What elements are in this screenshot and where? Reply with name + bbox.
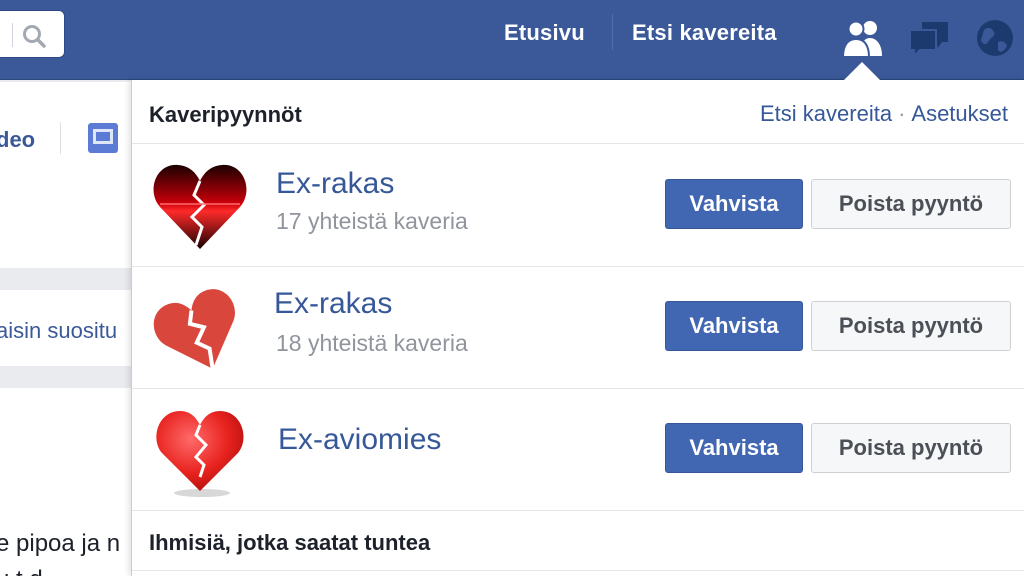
- find-friends-link[interactable]: Etsi kavereita: [760, 101, 892, 126]
- mutual-friends-count[interactable]: 17 yhteistä kaveria: [276, 208, 468, 235]
- red-black-broken-heart-icon[interactable]: [150, 157, 250, 257]
- confirm-button[interactable]: Vahvista: [665, 301, 803, 351]
- nav-divider: [612, 14, 613, 50]
- mutual-friends-count[interactable]: 18 yhteistä kaveria: [276, 330, 468, 357]
- search-box[interactable]: [0, 10, 65, 58]
- settings-link[interactable]: Asetukset: [911, 101, 1008, 126]
- friend-requests-dropdown: Kaveripyynnöt Etsi kavereita · Asetukset E…: [131, 80, 1024, 576]
- request-name[interactable]: Ex-rakas: [274, 287, 392, 321]
- confirm-button[interactable]: Vahvista: [665, 179, 803, 229]
- recent-label[interactable]: aisin suositu: [0, 318, 117, 344]
- footer-divider: [132, 570, 1024, 571]
- people-you-may-know-title: Ihmisiä, jotka saatat tuntea: [149, 530, 431, 555]
- friend-request-row: Ex-rakas 17 yhteistä kaveria Vahvista Po…: [132, 145, 1024, 267]
- request-name[interactable]: Ex-aviomies: [278, 423, 441, 457]
- friend-requests-title: Kaveripyynnöt: [149, 102, 302, 127]
- friend-request-row: Ex-aviomies Vahvista Poista pyyntö: [132, 389, 1024, 511]
- delete-request-button[interactable]: Poista pyyntö: [811, 301, 1011, 351]
- delete-request-button[interactable]: Poista pyyntö: [811, 179, 1011, 229]
- friend-request-row: Ex-rakas 18 yhteistä kaveria Vahvista Po…: [132, 267, 1024, 389]
- messages-icon[interactable]: [906, 16, 952, 60]
- dropdown-header: Kaveripyynnöt Etsi kavereita · Asetukset: [132, 80, 1024, 144]
- post-text-line: u t d: [0, 566, 43, 576]
- request-name[interactable]: Ex-rakas: [276, 167, 394, 201]
- dropdown-caret: [843, 62, 881, 81]
- search-divider: [12, 23, 13, 47]
- composer-video-label[interactable]: deo: [0, 127, 35, 153]
- link-separator: ·: [898, 101, 906, 126]
- notifications-icon[interactable]: [972, 16, 1018, 60]
- delete-request-button[interactable]: Poista pyyntö: [811, 423, 1011, 473]
- cracked-red-heart-icon[interactable]: [150, 401, 250, 501]
- photo-icon[interactable]: [86, 121, 120, 155]
- nav-home-link[interactable]: Etusivu: [504, 20, 585, 46]
- header-links: Etsi kavereita · Asetukset: [760, 101, 1008, 127]
- search-icon[interactable]: [21, 23, 47, 49]
- torn-paper-heart-icon[interactable]: [150, 279, 250, 379]
- post-text-line: e pipoa ja n: [0, 530, 121, 557]
- friends-icon[interactable]: [840, 16, 886, 60]
- composer-divider: [60, 122, 61, 154]
- nav-find-friends-link[interactable]: Etsi kavereita: [632, 20, 777, 46]
- confirm-button[interactable]: Vahvista: [665, 423, 803, 473]
- composer-panel: [0, 82, 140, 268]
